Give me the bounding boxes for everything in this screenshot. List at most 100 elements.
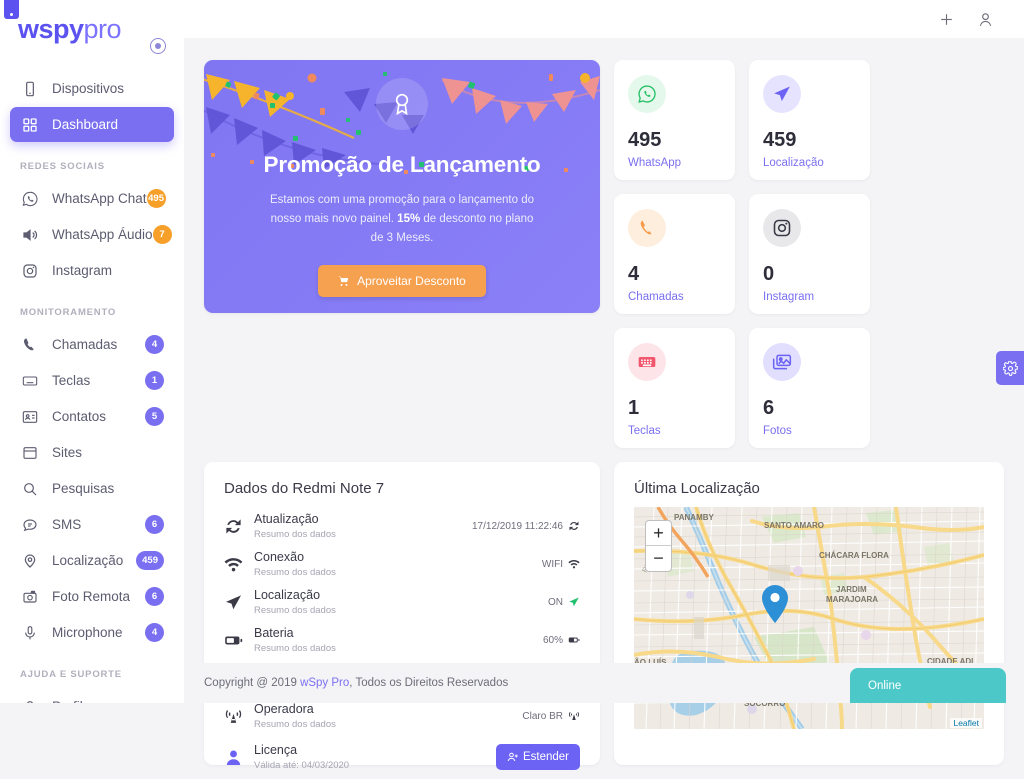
device-row-title: Bateria [254,626,294,641]
device-row-subtitle: Resumo dos dados [254,528,336,540]
device-row-value: Claro BR [522,710,580,722]
sidebar-item-localizacao[interactable]: Localização 459 [10,543,174,578]
sidebar-item-label: Sites [52,445,83,460]
stat-cards: 495 WhatsApp 459 Localização 4 Chamadas [614,60,1004,448]
sidebar-badge: 7 [152,225,172,244]
stat-card-instagram[interactable]: 0 Instagram [749,194,870,314]
device-row-value-text: WIFI [541,558,563,570]
sidebar-item-instagram[interactable]: Instagram [10,253,174,288]
top-bar [184,0,1024,38]
map-zoom-in-button[interactable]: + [646,521,671,546]
device-row-subtitle: Resumo dos dados [254,604,336,616]
sidebar-item-chamadas[interactable]: Chamadas 4 [10,327,174,362]
stat-card-chamadas[interactable]: 4 Chamadas [614,194,735,314]
refresh-icon[interactable] [568,520,580,532]
instagram-icon [763,209,801,247]
device-row-text: Conexão Resumo dos dados [254,550,542,578]
sidebar-item-label: SMS [52,517,82,532]
device-row-text: Atualização Resumo dos dados [254,512,472,540]
keyboard-icon [628,343,666,381]
stat-card-whatsapp[interactable]: 495 WhatsApp [614,60,735,180]
stat-value: 495 [628,129,662,151]
map-pin-icon [20,551,40,571]
user-icon[interactable] [977,11,994,28]
sidebar-section-redes-sociais: REDES SOCIAIS [20,161,105,172]
browser-icon [20,443,40,463]
sidebar-badge: 5 [145,407,164,426]
top-row: Promoção de Lançamento Estamos com uma p… [204,60,1004,448]
contact-card-icon [20,407,40,427]
paper-plane-icon [224,593,250,612]
estender-button[interactable]: Estender [495,744,580,770]
sidebar-item-label: Microphone [52,625,123,640]
license-subtitle: Válida até: 04/03/2020 [254,759,350,771]
stat-label: Teclas [628,425,661,437]
brand-name-bold: wspy [18,14,84,44]
sidebar-item-microphone[interactable]: Microphone 4 [10,615,174,650]
device-row-value: ON [548,596,580,608]
map-attribution[interactable]: Leaflet [950,718,982,728]
device-row-atualizacao: Atualização Resumo dos dados 17/12/2019 … [204,507,600,545]
sidebar-badge: 495 [146,189,166,208]
add-user-icon [507,751,519,763]
sidebar-item-perfil[interactable]: Perfil [10,689,174,703]
device-row-value-text: 17/12/2019 11:22:46 [471,520,563,532]
stat-card-fotos[interactable]: 6 Fotos [749,328,870,448]
stat-label: WhatsApp [628,157,682,169]
sidebar-item-sites[interactable]: Sites [10,435,174,470]
record-dot-icon[interactable] [150,38,166,54]
device-row-value: WIFI [542,558,580,570]
sidebar-item-teclas[interactable]: Teclas 1 [10,363,174,398]
footer-brand-link[interactable]: wSpy Pro [300,677,349,689]
camera-icon [20,587,40,607]
online-chat-widget[interactable]: Online [850,668,1006,703]
sidebar-item-foto-remota[interactable]: Foto Remota 6 [10,579,174,614]
stat-value: 1 [628,397,640,419]
sidebar-item-sms[interactable]: SMS 6 [10,507,174,542]
brand-logo[interactable]: wspypro [0,0,184,43]
estender-button-label: Estender [522,751,569,763]
phone-logo-icon [4,0,19,19]
device-row-text: Localização Resumo dos dados [254,588,548,616]
sidebar-item-dispositivos[interactable]: Dispositivos [10,71,174,106]
stat-card-teclas[interactable]: 1 Teclas [614,328,735,448]
svg-text:JARDIM: JARDIM [836,585,867,594]
map-marker-icon[interactable] [762,585,788,628]
stat-label: Chamadas [628,291,684,303]
device-row-title: Operadora [254,702,314,717]
promo-discount-highlight: 15% [397,212,421,225]
plus-icon[interactable] [938,11,955,28]
svg-text:SANTO AMARO: SANTO AMARO [764,521,824,530]
map-zoom-out-button[interactable]: − [646,546,671,571]
mobile-icon [20,79,40,99]
chat-bubble-icon [20,515,40,535]
settings-tab-button[interactable] [996,351,1024,385]
sidebar-item-label: Instagram [52,263,113,278]
promo-body: Estamos com uma promoção para o lançamen… [263,191,541,248]
sidebar-item-whatsapp-chat[interactable]: WhatsApp Chat 495 [10,181,174,216]
footer-copyright-suffix: , Todos os Direitos Reservados [349,677,509,689]
svg-text:MARAJOARA: MARAJOARA [826,595,878,604]
sidebar-item-dashboard[interactable]: Dashboard [10,107,174,142]
refresh-icon [224,517,250,536]
map-zoom-control[interactable]: + − [645,520,672,572]
svg-text:CHÁCARA FLORA: CHÁCARA FLORA [819,551,889,560]
sidebar-item-whatsapp-audio[interactable]: WhatsApp Áudio 7 [10,217,174,252]
speaker-icon [20,225,40,245]
device-row-subtitle: Resumo dos dados [254,566,336,578]
sidebar-badge: 4 [145,623,164,642]
promo-title: Promoção de Lançamento [263,152,541,177]
battery-icon [224,631,250,650]
device-row-value: 17/12/2019 11:22:46 [472,520,580,532]
device-row-text: Operadora Resumo dos dados [254,702,522,730]
map-panel-title: Última Localização [634,480,760,497]
sidebar-item-contatos[interactable]: Contatos 5 [10,399,174,434]
footer-copyright: Copyright @ 2019 wSpy Pro, Todos os Dire… [204,677,508,689]
sidebar-badge: 459 [136,551,164,570]
aproveitar-desconto-button[interactable]: Aproveitar Desconto [318,264,486,297]
sidebar-item-pesquisas[interactable]: Pesquisas [10,471,174,506]
stat-card-localizacao[interactable]: 459 Localização [749,60,870,180]
sidebar-item-label: Teclas [52,373,91,388]
device-row-licenca: Licença Válida até: 04/03/2020 Estender [204,735,600,779]
device-row-value-text: ON [548,596,563,608]
